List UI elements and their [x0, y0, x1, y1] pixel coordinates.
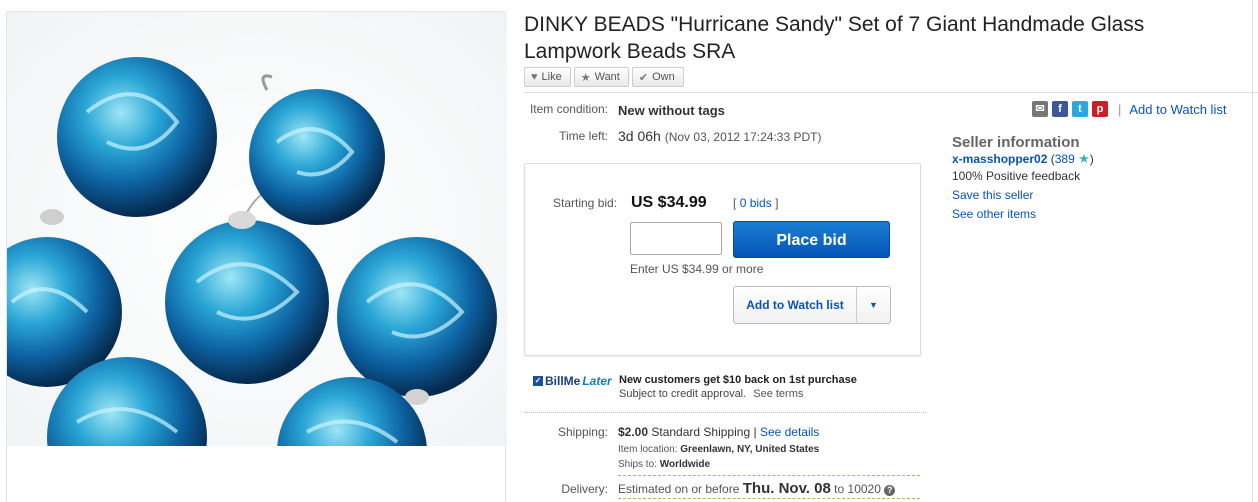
- billmelater-subtext: Subject to credit approval. See terms: [619, 388, 803, 400]
- seller-positive-feedback: 100% Positive feedback: [952, 169, 1081, 183]
- seller-info-heading: Seller information: [952, 134, 1080, 151]
- billmelater-logo-later: Later: [582, 374, 612, 388]
- time-left-remaining: 3d 06h: [618, 128, 661, 144]
- bid-count-close: ]: [775, 196, 779, 210]
- feedback-star-icon: ★: [1078, 151, 1090, 166]
- social-actions: ♥ Like ★ Want ✔ Own: [524, 67, 684, 87]
- delivery-label: Delivery:: [561, 482, 608, 496]
- bid-amount-input[interactable]: [630, 222, 722, 255]
- right-border: [1252, 0, 1253, 502]
- shipping-separator: |: [753, 425, 757, 439]
- see-other-items-link[interactable]: See other items: [952, 207, 1036, 221]
- shipping-label: Shipping:: [557, 425, 608, 439]
- checkmark-icon: ✔: [638, 71, 649, 84]
- see-terms-link[interactable]: See terms: [753, 388, 803, 400]
- save-seller-link[interactable]: Save this seller: [952, 188, 1033, 202]
- billmelater-logo: ✓ BillMe Later: [533, 374, 612, 388]
- ships-to: Ships to: Worldwide: [618, 459, 710, 470]
- bid-count: [ 0 bids ]: [733, 196, 778, 210]
- delivery-value: Estimated on or before Thu. Nov. 08 to 1…: [618, 480, 896, 497]
- item-condition-label: Item condition:: [529, 102, 608, 116]
- place-bid-button[interactable]: Place bid: [733, 221, 890, 258]
- own-label: Own: [652, 71, 675, 83]
- share-separator: |: [1118, 101, 1122, 117]
- star-icon: ★: [580, 71, 591, 84]
- heart-icon: ♥: [531, 71, 538, 83]
- want-label: Want: [594, 71, 620, 83]
- billmelater-headline: New customers get $10 back on 1st purcha…: [619, 374, 857, 386]
- shipping-method: Standard Shipping: [651, 425, 751, 439]
- own-button[interactable]: ✔ Own: [631, 67, 684, 87]
- like-label: Like: [541, 71, 562, 83]
- bid-box: Starting bid: US $34.99 [ 0 bids ] Place…: [524, 163, 921, 356]
- add-to-watch-list-button-group: Add to Watch list ▼: [733, 286, 891, 324]
- delivery-zip: to 10020: [834, 482, 881, 496]
- divider: [618, 498, 920, 499]
- bid-amount-hint: Enter US $34.99 or more: [630, 262, 764, 276]
- add-to-watch-list-link[interactable]: Add to Watch list: [1129, 102, 1226, 117]
- facebook-icon[interactable]: f: [1052, 101, 1068, 117]
- shipping-value: $2.00 Standard Shipping | See details: [618, 425, 819, 439]
- item-location: Item location: Greenlawn, NY, United Sta…: [618, 444, 819, 455]
- twitter-icon[interactable]: t: [1072, 101, 1088, 117]
- see-details-link[interactable]: See details: [760, 425, 819, 439]
- ships-to-value: Worldwide: [659, 459, 711, 470]
- credit-approval-text: Subject to credit approval.: [619, 388, 747, 400]
- time-left-label: Time left:: [559, 129, 608, 143]
- bid-count-open: [: [733, 196, 737, 210]
- divider: [524, 92, 1258, 93]
- shipping-cost: $2.00: [618, 425, 649, 439]
- chevron-down-icon[interactable]: ▼: [857, 287, 890, 323]
- starting-bid-label: Starting bid:: [553, 196, 618, 210]
- item-location-label: Item location:: [618, 444, 678, 455]
- divider: [618, 475, 920, 476]
- item-condition-value: New without tags: [618, 103, 725, 118]
- listing-title: DINKY BEADS "Hurricane Sandy" Set of 7 G…: [524, 13, 1145, 63]
- pinterest-icon[interactable]: p: [1092, 101, 1108, 117]
- seller-feedback: (389 ★): [1051, 151, 1094, 166]
- add-to-watch-list-button[interactable]: Add to Watch list: [734, 287, 857, 323]
- delivery-date: Thu. Nov. 08: [742, 480, 831, 497]
- help-icon[interactable]: ?: [884, 485, 896, 496]
- checkbox-icon: ✓: [533, 376, 543, 386]
- delivery-prefix: Estimated on or before: [618, 482, 740, 496]
- product-image-panel[interactable]: [6, 11, 507, 502]
- want-button[interactable]: ★ Want: [573, 67, 629, 87]
- billmelater-logo-bill: BillMe: [545, 374, 581, 388]
- time-left-end-date: (Nov 03, 2012 17:24:33 PDT): [664, 130, 822, 144]
- time-left-value: 3d 06h (Nov 03, 2012 17:24:33 PDT): [618, 128, 821, 144]
- email-icon[interactable]: ✉: [1032, 101, 1048, 117]
- share-bar: ✉ f t p | Add to Watch list: [1032, 101, 1226, 117]
- item-location-value: Greenlawn, NY, United States: [680, 444, 820, 455]
- seller-name-row: x-masshopper02 (389 ★): [952, 151, 1094, 167]
- divider: [524, 412, 926, 413]
- product-photo-beads: [7, 12, 507, 446]
- like-button[interactable]: ♥ Like: [524, 67, 571, 87]
- feedback-score-link[interactable]: 389: [1055, 152, 1075, 166]
- starting-bid-value: US $34.99: [631, 194, 707, 211]
- bid-count-link[interactable]: 0 bids: [740, 196, 772, 210]
- ships-to-label: Ships to:: [618, 459, 657, 470]
- seller-name-link[interactable]: x-masshopper02: [952, 152, 1047, 166]
- feedback-close: ): [1089, 152, 1094, 166]
